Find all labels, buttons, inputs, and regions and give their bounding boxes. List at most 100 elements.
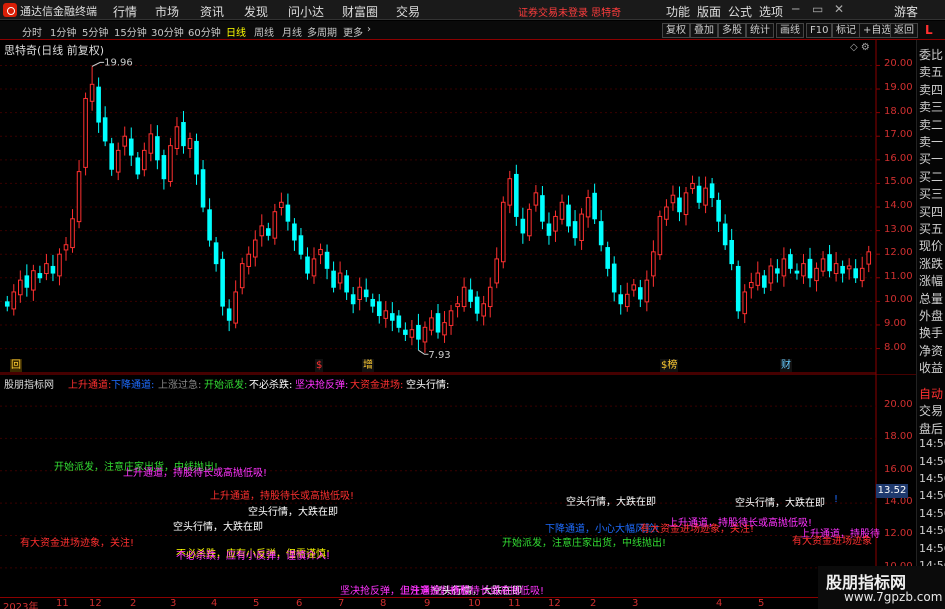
quote-field-tab[interactable]: 卖四 [919,81,943,98]
menu-trade[interactable]: 交易 [396,3,420,20]
period-multi[interactable]: 多周期 [307,24,337,39]
quote-field-tab[interactable]: 委比 [919,46,943,63]
event-marker[interactable]: 财 [780,359,792,372]
quote-field-tab[interactable]: 买一 [919,150,943,167]
period-intraday[interactable]: 分时 [22,24,42,39]
price-tick-label: 10.00 [884,294,913,306]
event-marker[interactable]: 增 [362,359,374,372]
date-tick-label: 7 [338,598,345,609]
candle [696,185,702,203]
more-chevron-icon[interactable]: › [367,24,371,35]
quote-field-tab[interactable]: 现价 [919,237,943,254]
period-monthly[interactable]: 月线 [282,24,302,39]
period-30min[interactable]: 30分钟 [151,24,184,39]
menu-formula[interactable]: 公式 [728,3,752,20]
indicator-pane[interactable] [0,374,916,597]
menu-options[interactable]: 选项 [759,3,783,20]
candle [226,308,232,321]
quote-field-tab[interactable]: 收益 [919,359,943,376]
multi-stock-button[interactable]: 多股 [718,23,746,38]
event-marker[interactable]: 回 [10,359,22,372]
candle [585,197,591,218]
menu-quotes[interactable]: 行情 [113,3,137,20]
quote-field-tab[interactable]: 买四 [919,203,943,220]
menu-assistant[interactable]: 问小达 [288,3,324,20]
quote-field-tab[interactable]: 买五 [919,220,943,237]
trade-tab[interactable]: 交易 [919,402,943,419]
period-weekly[interactable]: 周线 [254,24,274,39]
candle [194,140,199,175]
kline-chart[interactable]: 19.96 7.93 [0,40,916,374]
period-toolbar: 分时 1分钟 5分钟 15分钟 30分钟 60分钟 日线 周线 月线 多周期 更… [0,21,945,40]
menu-discover[interactable]: 发现 [244,3,268,20]
quote-field-tab[interactable]: 买三 [919,185,943,202]
f10-button[interactable]: F10 [806,23,833,38]
quote-field-tab[interactable]: 净资 [919,342,943,359]
trade-tab[interactable]: 14:56 [919,542,945,555]
indicator-name[interactable]: 股朋指标网 [4,376,54,391]
stats-button[interactable]: 统计 [746,23,774,38]
trade-tab[interactable]: 自动 [919,385,943,402]
trade-tab[interactable]: 14:56 [919,437,945,450]
candle [716,199,721,222]
candle [481,303,486,317]
back-button[interactable]: 返回 [890,23,918,38]
period-daily[interactable]: 日线 [226,24,246,39]
menu-wealth-circle[interactable]: 财富圈 [342,3,378,20]
candle [807,258,813,279]
quote-field-tab[interactable]: 换手 [919,324,943,341]
adjust-button[interactable]: 复权 [662,23,690,38]
candle [742,291,748,315]
watermark-url: www.7gpzb.com [844,590,943,604]
candle [298,235,304,255]
legend-item: 大资金进场: [350,380,404,391]
guest-user[interactable]: 游客 [894,3,918,20]
menu-news[interactable]: 资讯 [200,3,224,20]
candle [83,97,88,168]
close-icon[interactable]: ✕ [834,2,844,16]
legend-item: 开始派发: [204,380,248,391]
draw-line-button[interactable]: 画线 [776,23,804,38]
menu-layout[interactable]: 版面 [697,3,721,20]
quote-field-tab[interactable]: 卖五 [919,63,943,80]
login-notice[interactable]: 证券交易未登录 思特奇 [518,4,621,19]
trade-tab[interactable]: 14:56 [919,489,945,502]
legend-item: 上涨过急: [158,380,202,391]
candle [128,138,134,156]
period-more[interactable]: 更多 [343,24,363,39]
candle [494,258,500,284]
event-marker[interactable]: $ [315,359,324,372]
period-15min[interactable]: 15分钟 [114,24,147,39]
signal-label: 上升通道，持股待长或高抛低吸! [668,518,813,529]
period-60min[interactable]: 60分钟 [188,24,221,39]
menu-market[interactable]: 市场 [155,3,179,20]
candle [709,183,715,199]
quote-field-tab[interactable]: 外盘 [919,307,943,324]
quote-field-tab[interactable]: 卖三 [919,98,943,115]
period-1min[interactable]: 1分钟 [50,24,76,39]
restore-icon[interactable]: ▭ [812,2,823,16]
quote-field-tab[interactable]: 卖二 [919,116,943,133]
trade-tab[interactable]: 14:56 [919,524,945,537]
trade-tab[interactable]: 14:56 [919,507,945,520]
mark-button[interactable]: 标记 [832,23,860,38]
trade-tab[interactable]: 14:56 [919,455,945,468]
trade-tab[interactable]: 14:56 [919,472,945,485]
chart-settings-icon[interactable]: ◇ ⚙ [850,42,870,53]
minimize-icon[interactable]: ─ [792,2,799,16]
menu-function[interactable]: 功能 [666,3,690,20]
trade-tab[interactable]: 盘后 [919,420,943,437]
quote-field-tab[interactable]: 买二 [919,168,943,185]
candle [533,192,539,206]
quote-field-tab[interactable]: 总量 [919,290,943,307]
l2-indicator[interactable]: L [922,23,936,38]
date-tick-label: 4 [211,598,218,609]
candle [651,251,656,277]
candle [507,178,513,206]
overlay-button[interactable]: 叠加 [690,23,718,38]
quote-field-tab[interactable]: 卖一 [919,133,943,150]
quote-field-tab[interactable]: 涨幅 [919,272,943,289]
period-5min[interactable]: 5分钟 [82,24,108,39]
quote-field-tab[interactable]: 涨跌 [919,255,943,272]
event-marker[interactable]: $榜 [660,359,679,372]
